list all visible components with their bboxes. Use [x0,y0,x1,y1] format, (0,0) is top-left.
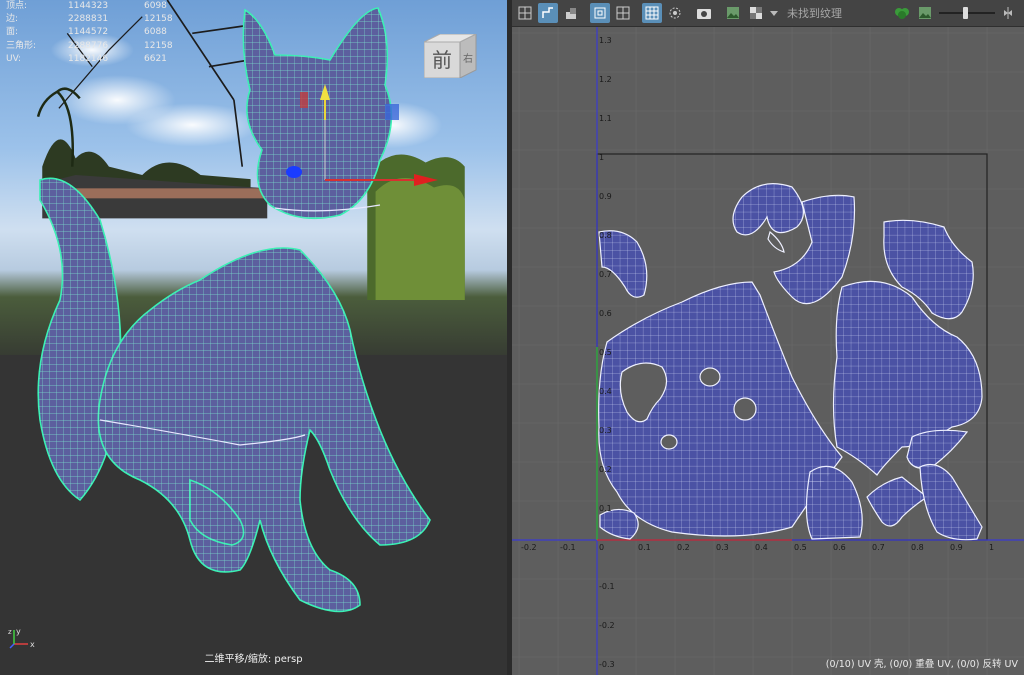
v-tick-label: 0.8 [599,231,612,240]
hud-value: 1182146 [68,53,109,64]
v-tick-label: 1.1 [599,114,612,123]
u-tick-label: -0.2 [521,543,537,552]
checker-grid-icon[interactable] [642,3,662,23]
image-display-icon[interactable] [915,3,935,23]
snapshot-icon[interactable] [694,3,714,23]
perspective-viewport[interactable]: 顶点: 1144323 6098 边: 2288831 12158 面: 1144572 6… [0,0,507,675]
hud-label: 边: [6,14,19,25]
hud-value: 6621 [144,53,167,64]
uv-shell-icon[interactable] [515,3,535,23]
hud-row-uvs: UV: 1182146 6621 [6,53,194,66]
viewport-caption: 二维平移/缩放: persp [204,654,303,665]
v-tick-label: 0.2 [599,465,612,474]
v-tick-label: -0.3 [599,660,615,669]
u-tick-label: 0.8 [911,543,924,552]
gamma-icon[interactable] [998,3,1018,23]
hud-label: 三角形: [6,40,37,51]
uv-grid-canvas[interactable]: -0.2 -0.1 0 0.1 0.2 0.3 0.4 0.5 0.6 0.7 0.8 0.9 1 1.3… [512,27,1024,675]
view-cube-right-label: 右 [463,52,473,65]
v-tick-label: 0.7 [599,270,612,279]
axis-triad-icon: x y z [8,627,35,649]
view-cube-front-label: 前 [432,48,452,72]
hud-value: 2288831 [68,14,109,25]
v-tick-label: -0.1 [599,582,615,591]
u-tick-label: 0.7 [872,543,885,552]
wireframe-icon[interactable] [590,3,610,23]
v-tick-label: -0.2 [599,621,615,630]
v-tick-label: 0.5 [599,348,612,357]
uv-select-icon[interactable] [538,3,558,23]
texture-borders-icon[interactable] [665,3,685,23]
uv-editor-panel[interactable]: 未找到纹理 -0.2 -0.1 0 0.1 0.2 0.3 0.4 0.5 0.… [512,0,1024,675]
v-tick-label: 0.3 [599,426,612,435]
checker-icon[interactable] [746,3,766,23]
hud-value: 6098 [144,1,167,11]
hud-value: 2288776 [68,40,109,51]
rgb-icon[interactable] [892,3,912,23]
hud-row-triangles: 三角形: 2288776 12158 [6,40,194,53]
u-tick-label: 1 [989,543,994,552]
hud-label: UV: [6,53,22,64]
axis-y-label: y [16,627,21,636]
v-tick-label: 0.1 [599,504,612,513]
hud-row-vertices: 顶点: 1144323 6098 [6,0,194,13]
u-tick-label: 0.3 [716,543,729,552]
cat-mesh[interactable] [0,0,507,675]
hud-row-edges: 边: 2288831 12158 [6,13,194,26]
u-tick-label: 0.2 [677,543,690,552]
hud-value: 12158 [144,14,173,25]
hud-value: 6088 [144,27,167,38]
u-tick-label: 0.5 [794,543,807,552]
u-tick-label: 0.9 [950,543,963,552]
hud-row-faces: 面: 1144572 6088 [6,26,194,39]
hud-value: 12158 [144,40,173,51]
texture-status-label: 未找到纹理 [787,7,842,20]
hud-value: 1144323 [68,1,109,11]
v-tick-label: 1.3 [599,36,612,45]
uv-status-readout: (0/10) UV 壳, (0/0) 重叠 UV, (0/0) 反转 UV [825,659,1018,670]
hud-label: 顶点: [6,1,28,11]
poly-count-hud: 顶点: 1144323 6098 边: 2288831 12158 面: 1144572 6… [6,0,194,66]
grid-icon[interactable] [613,3,633,23]
v-tick-label: 1.2 [599,75,612,84]
uv-editor-toolbar: 未找到纹理 [512,0,1024,27]
u-tick-label: -0.1 [560,543,576,552]
view-cube[interactable]: 前 右 [424,34,482,78]
u-tick-label: 0 [599,543,604,552]
v-tick-label: 0.6 [599,309,612,318]
axis-z-label: z [8,628,12,636]
u-tick-label: 0.4 [755,543,768,552]
axis-x-label: x [30,640,35,649]
uv-shade-icon[interactable] [561,3,581,23]
v-tick-label: 1 [599,153,604,162]
v-tick-label: 0.9 [599,192,612,201]
image-icon[interactable] [723,3,743,23]
hud-value: 1144572 [68,27,109,38]
exposure-slider[interactable] [939,6,995,20]
v-tick-label: 0.4 [599,387,612,396]
u-tick-label: 0.1 [638,543,651,552]
dropdown-icon[interactable] [769,3,779,23]
u-tick-label: 0.6 [833,543,846,552]
hud-label: 面: [6,27,19,38]
